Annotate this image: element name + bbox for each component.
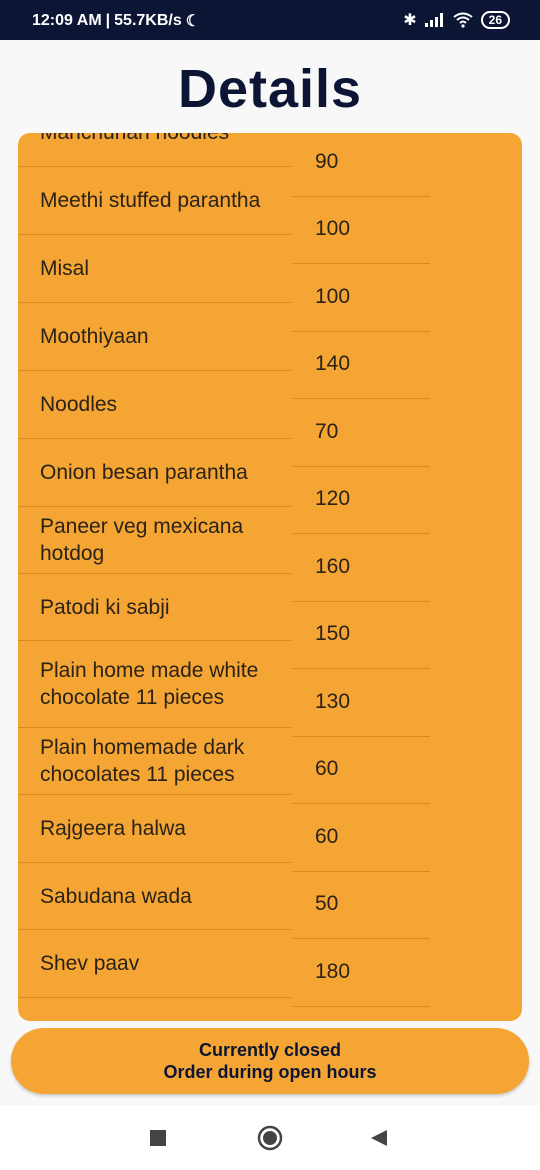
item-name: Moothiyaan bbox=[40, 325, 149, 348]
item-name-row: Moothiyaan bbox=[18, 303, 292, 371]
item-price: 100 bbox=[292, 197, 430, 264]
item-price: 60 bbox=[292, 804, 430, 872]
item-name-row: Patodi ki sabji bbox=[18, 574, 292, 641]
item-name-row: Sabudana wada bbox=[18, 863, 292, 930]
item-name: Manchurian noodles bbox=[40, 133, 229, 146]
item-name: Plain home made white chocolate 11 piece… bbox=[40, 659, 259, 709]
battery-icon: 26 bbox=[480, 11, 510, 29]
bluetooth-icon: ✱ bbox=[403, 12, 417, 29]
item-name: Shev paav bbox=[40, 952, 140, 975]
item-price: 60 bbox=[292, 737, 430, 804]
item-name-row: Plain home made white chocolate 11 piece… bbox=[18, 641, 292, 728]
item-price: 70 bbox=[292, 399, 430, 467]
open-hours-text: Order during open hours bbox=[163, 1062, 377, 1082]
item-name: Patodi ki sabji bbox=[40, 595, 170, 619]
item-name-row: Shev paav bbox=[18, 930, 292, 998]
item-name-row: Noodles bbox=[18, 371, 292, 439]
item-name: Misal bbox=[40, 257, 90, 280]
back-icon[interactable] bbox=[370, 1129, 388, 1147]
status-separator: | bbox=[105, 12, 111, 29]
status-right: ✱ 26 bbox=[403, 10, 510, 30]
item-name-row: Manchurian noodles bbox=[18, 133, 292, 167]
item-names-column: Manchurian noodles Meethi stuffed paranth… bbox=[18, 133, 292, 998]
status-time: 12:09 AM bbox=[32, 12, 102, 29]
item-price: 140 bbox=[292, 332, 430, 399]
item-name: Onion besan parantha bbox=[40, 461, 248, 484]
home-icon[interactable] bbox=[257, 1125, 283, 1151]
item-price: 50 bbox=[292, 872, 430, 939]
item-name: Noodles bbox=[40, 393, 118, 416]
item-prices-column: 90 100 100 140 70 120 160 150 130 60 60 50 180 bbox=[292, 133, 430, 1007]
item-name-row: Paneer veg mexicana hotdog bbox=[18, 507, 292, 574]
item-name-row: Plain homemade dark chocolates 11 pieces bbox=[18, 728, 292, 795]
item-name-row: Misal bbox=[18, 235, 292, 303]
recents-icon[interactable] bbox=[149, 1129, 167, 1147]
page-title: Details bbox=[177, 59, 363, 119]
item-price: 160 bbox=[292, 534, 430, 602]
navigation-bar bbox=[0, 1105, 540, 1170]
item-name-row: Meethi stuffed parantha bbox=[18, 167, 292, 235]
item-name: Paneer veg mexicana hotdog bbox=[40, 515, 244, 565]
item-price: 130 bbox=[292, 669, 430, 737]
item-name-row: Rajgeera halwa bbox=[18, 795, 292, 863]
status-left: 12:09 AM | 55.7KB/s ☾ bbox=[32, 11, 200, 31]
item-name: Plain homemade dark chocolates 11 pieces bbox=[40, 736, 245, 786]
status-network-speed: 55.7KB/s bbox=[114, 12, 182, 29]
status-bar: 12:09 AM | 55.7KB/s ☾ ✱ 26 bbox=[0, 0, 540, 40]
item-price: 100 bbox=[292, 264, 430, 332]
item-name: Sabudana wada bbox=[40, 884, 192, 908]
item-price: 180 bbox=[292, 939, 430, 1007]
wifi-icon bbox=[453, 12, 473, 28]
menu-card[interactable]: Manchurian noodles Meethi stuffed paranth… bbox=[18, 133, 522, 1021]
item-price: 90 bbox=[292, 133, 430, 197]
item-name-row: Onion besan parantha bbox=[18, 439, 292, 507]
signal-icon bbox=[424, 13, 443, 27]
moon-icon: ☾ bbox=[185, 13, 201, 30]
item-name: Meethi stuffed parantha bbox=[40, 189, 261, 212]
closed-status-text: Currently closed bbox=[198, 1040, 342, 1060]
item-name: Rajgeera halwa bbox=[40, 817, 186, 840]
closed-order-button[interactable]: Currently closed Order during open hours bbox=[11, 1028, 529, 1094]
item-price: 150 bbox=[292, 602, 430, 669]
item-price: 120 bbox=[292, 467, 430, 534]
